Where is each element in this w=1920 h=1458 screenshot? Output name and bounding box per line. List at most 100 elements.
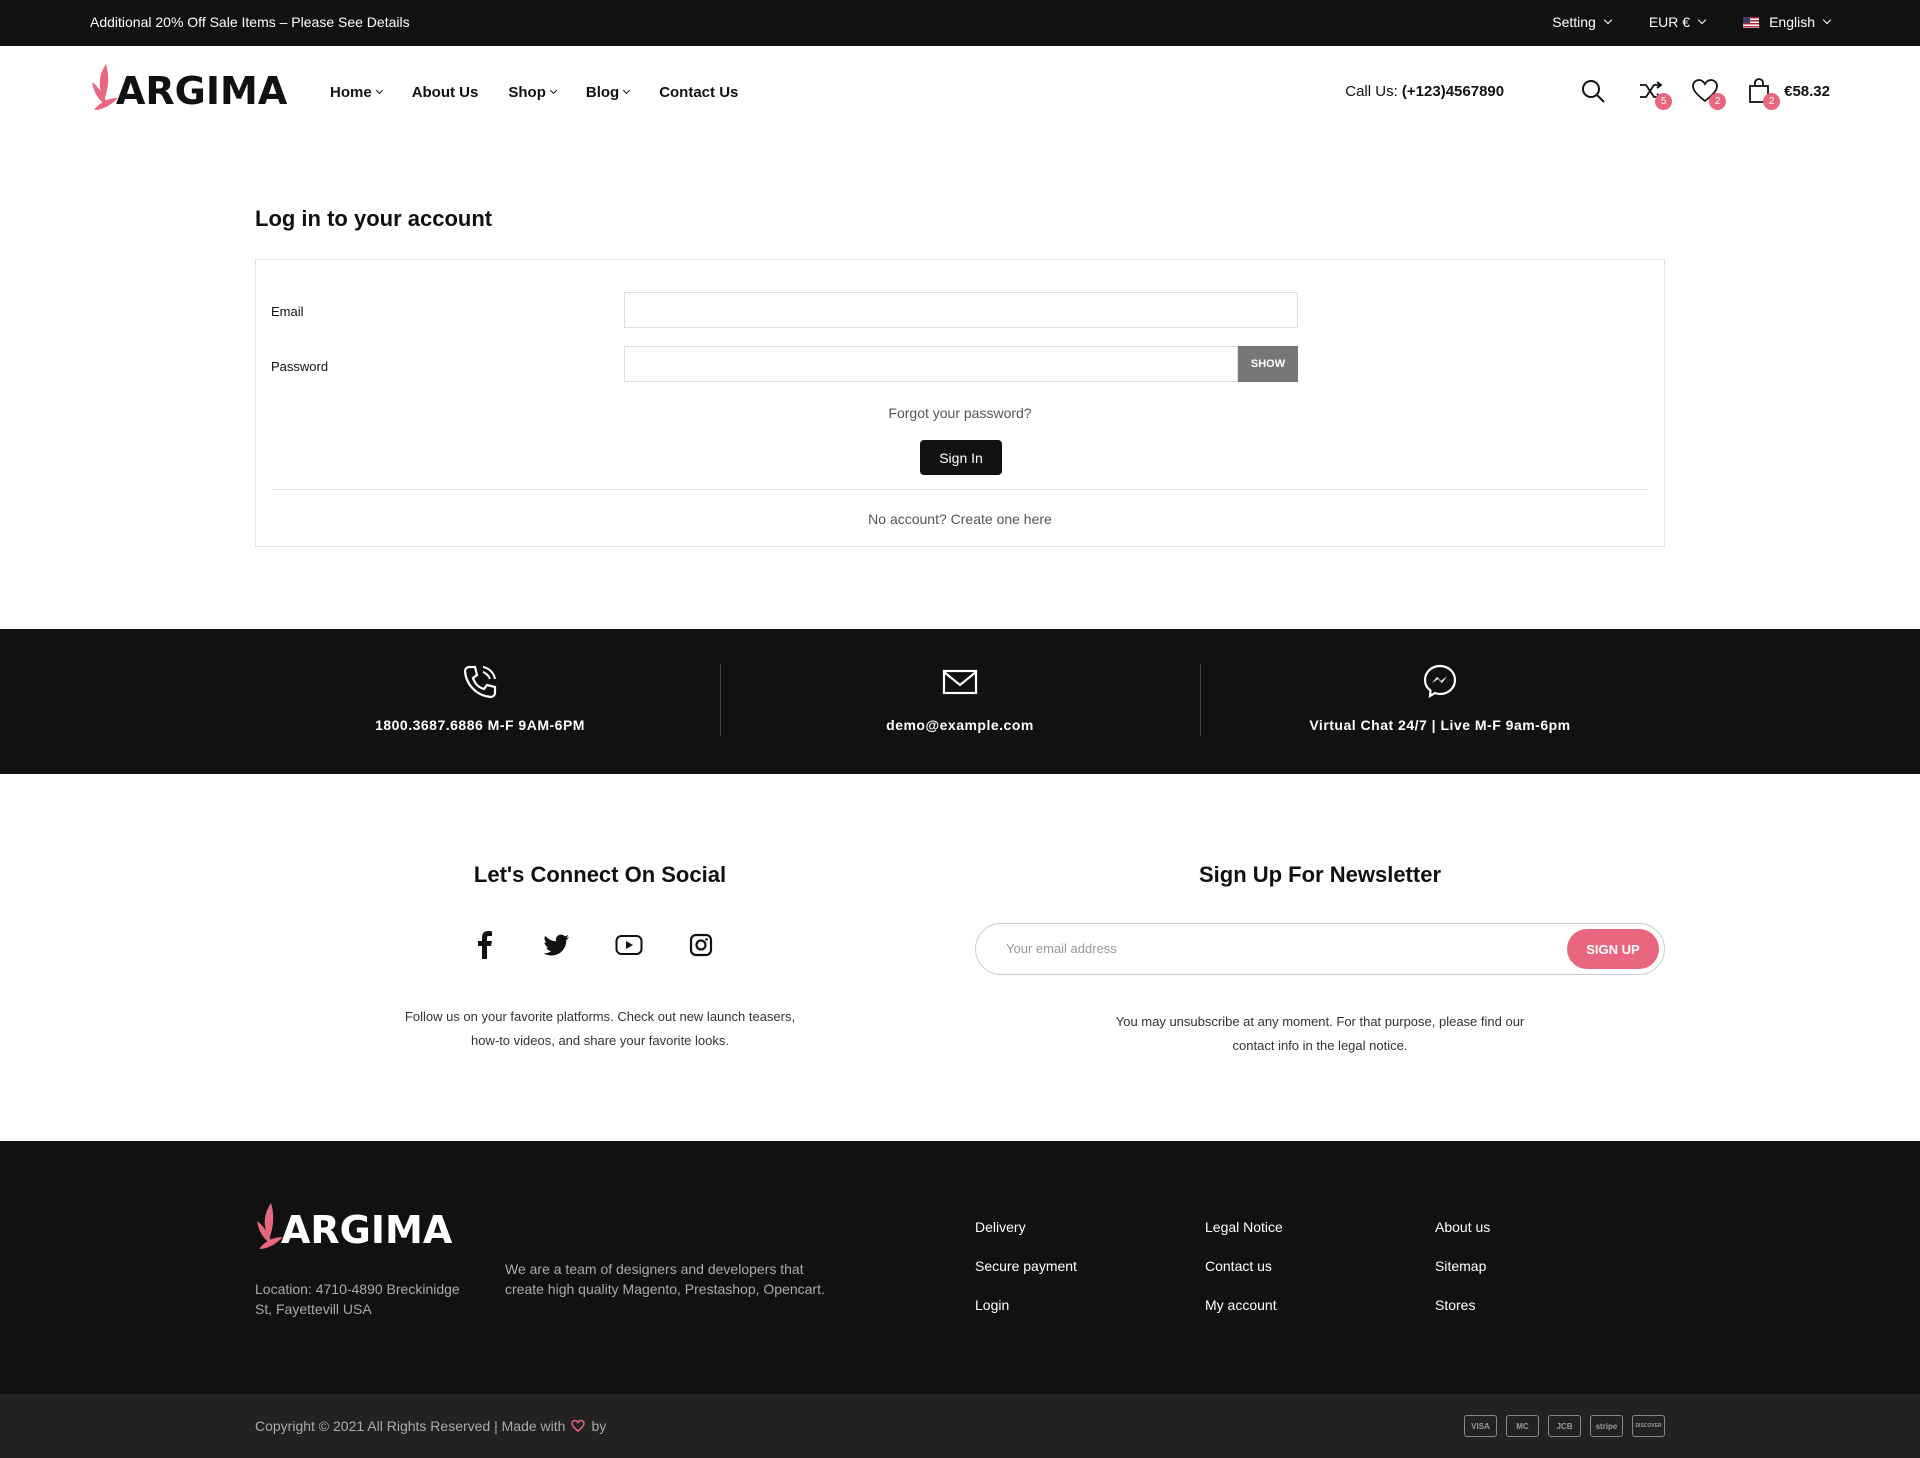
messenger-icon bbox=[1423, 664, 1457, 699]
newsletter-text-line: You may unsubscribe at any moment. For t… bbox=[1115, 1014, 1525, 1029]
email-label: Email bbox=[271, 304, 304, 319]
login-form: Email Password SHOW Forgot your password… bbox=[255, 259, 1665, 547]
nav-home-label: Home bbox=[330, 84, 372, 101]
facebook-link[interactable] bbox=[470, 930, 500, 960]
header-actions: Call Us: (+123)4567890 5 2 2 €58.32 bbox=[1345, 76, 1830, 110]
social-text-line: how-to videos, and share your favorite l… bbox=[471, 1033, 729, 1048]
setting-dropdown[interactable]: Setting bbox=[1552, 14, 1613, 30]
create-account-link[interactable]: No account? Create one here bbox=[256, 511, 1664, 527]
footer-link-about-us[interactable]: About us bbox=[1435, 1219, 1490, 1258]
facebook-icon bbox=[478, 931, 492, 959]
footer-link-secure-payment[interactable]: Secure payment bbox=[975, 1258, 1077, 1297]
twitter-icon bbox=[544, 934, 569, 956]
chevron-down-icon bbox=[549, 86, 557, 95]
forgot-password-link[interactable]: Forgot your password? bbox=[256, 405, 1664, 421]
form-divider bbox=[271, 489, 1649, 490]
email-text[interactable]: demo@example.com bbox=[720, 717, 1200, 733]
main-nav: Home About Us Shop Blog Contact Us bbox=[330, 84, 738, 101]
search-button[interactable] bbox=[1578, 76, 1608, 106]
currency-dropdown[interactable]: EUR € bbox=[1649, 14, 1707, 30]
footer-about: We are a team of designers and developer… bbox=[505, 1261, 825, 1297]
footer-link-stores[interactable]: Stores bbox=[1435, 1297, 1490, 1336]
nav-contact-label: Contact Us bbox=[659, 84, 739, 101]
payment-methods: VISA MC JCB stripe DISCOVER bbox=[1464, 1415, 1665, 1437]
footer-link-sitemap[interactable]: Sitemap bbox=[1435, 1258, 1490, 1297]
newsletter-text-line: contact info in the legal notice. bbox=[1232, 1038, 1408, 1053]
instagram-link[interactable] bbox=[686, 930, 716, 960]
sign-in-button[interactable]: Sign In bbox=[920, 440, 1002, 475]
site-header: ARGIMA Home About Us Shop Blog Contact U… bbox=[0, 46, 1920, 142]
nav-shop[interactable]: Shop bbox=[508, 84, 557, 101]
footer-link-delivery[interactable]: Delivery bbox=[975, 1219, 1077, 1258]
cart-count-badge: 2 bbox=[1763, 93, 1781, 110]
phone-text: 1800.3687.6886 M-F 9AM-6PM bbox=[375, 717, 585, 733]
youtube-icon bbox=[615, 935, 643, 955]
call-number[interactable]: (+123)4567890 bbox=[1402, 83, 1504, 100]
page-title: Log in to your account bbox=[255, 206, 493, 231]
us-flag-icon bbox=[1743, 16, 1760, 28]
wishlist-count-badge: 2 bbox=[1709, 93, 1727, 110]
cart-button[interactable]: 2 bbox=[1744, 76, 1781, 110]
newsletter-description: You may unsubscribe at any moment. For t… bbox=[1040, 1010, 1600, 1058]
footer-links-col-2: Legal Notice Contact us My account bbox=[1205, 1219, 1283, 1336]
nav-about-label: About Us bbox=[411, 84, 479, 101]
show-password-button[interactable]: SHOW bbox=[1238, 346, 1298, 382]
footer-link-login[interactable]: Login bbox=[975, 1297, 1077, 1336]
instagram-icon bbox=[689, 933, 713, 957]
footer-link-my-account[interactable]: My account bbox=[1205, 1297, 1283, 1336]
footer-bottom-bar: Copyright © 2021 All Rights Reserved | M… bbox=[0, 1394, 1920, 1458]
chevron-down-icon bbox=[1603, 15, 1613, 25]
chevron-down-icon bbox=[623, 86, 631, 95]
setting-label: Setting bbox=[1552, 14, 1596, 30]
email-block: demo@example.com bbox=[720, 629, 1200, 774]
social-text-line: Follow us on your favorite platforms. Ch… bbox=[404, 1009, 796, 1024]
copyright: Copyright © 2021 All Rights Reserved | M… bbox=[255, 1418, 606, 1434]
site-footer: ARGIMA Location: 4710-4890 Breckinidge S… bbox=[0, 1141, 1920, 1394]
chat-text: Virtual Chat 24/7 | Live M-F 9am-6pm bbox=[1309, 717, 1571, 733]
footer-link-legal-notice[interactable]: Legal Notice bbox=[1205, 1219, 1283, 1258]
copyright-by: by bbox=[591, 1418, 607, 1434]
footer-link-contact-us[interactable]: Contact us bbox=[1205, 1258, 1283, 1297]
top-bar-right: Setting EUR € English bbox=[1552, 14, 1832, 30]
footer-location: Location: 4710-4890 Breckinidge St, Faye… bbox=[255, 1281, 460, 1317]
call-label: Call Us: bbox=[1345, 82, 1398, 100]
social-title: Let's Connect On Social bbox=[473, 862, 727, 887]
email-field[interactable] bbox=[624, 292, 1298, 328]
promo-text[interactable]: Additional 20% Off Sale Items – Please S… bbox=[90, 14, 410, 30]
site-logo[interactable]: ARGIMA bbox=[90, 62, 287, 114]
newsletter-title: Sign Up For Newsletter bbox=[1198, 862, 1442, 887]
nav-about-us[interactable]: About Us bbox=[412, 84, 479, 101]
discover-card-icon: DISCOVER bbox=[1632, 1415, 1665, 1437]
cart-total[interactable]: €58.32 bbox=[1784, 83, 1830, 100]
chat-block: Virtual Chat 24/7 | Live M-F 9am-6pm bbox=[1200, 629, 1680, 774]
nav-shop-label: Shop bbox=[508, 84, 546, 101]
top-bar: Additional 20% Off Sale Items – Please S… bbox=[0, 0, 1920, 46]
chevron-down-icon bbox=[375, 86, 383, 95]
stripe-icon: stripe bbox=[1590, 1415, 1623, 1437]
visa-card-icon: VISA bbox=[1464, 1415, 1497, 1437]
chevron-down-icon bbox=[1822, 15, 1832, 25]
copyright-text: Copyright © 2021 All Rights Reserved | M… bbox=[255, 1418, 566, 1434]
nav-contact-us[interactable]: Contact Us bbox=[659, 84, 738, 101]
footer-logo[interactable]: ARGIMA bbox=[255, 1201, 452, 1253]
heart-icon bbox=[571, 1420, 586, 1432]
password-label: Password bbox=[271, 359, 329, 374]
nav-home[interactable]: Home bbox=[330, 84, 383, 101]
footer-logo-text: ARGIMA bbox=[281, 1208, 453, 1252]
jcb-card-icon: JCB bbox=[1548, 1415, 1581, 1437]
newsletter-form: Your email address SIGN UP bbox=[975, 923, 1665, 975]
newsletter-email-input[interactable]: Your email address bbox=[1006, 941, 1117, 956]
language-dropdown[interactable]: English bbox=[1743, 14, 1832, 30]
compare-button[interactable]: 5 bbox=[1636, 76, 1673, 110]
envelope-icon bbox=[942, 669, 978, 695]
youtube-link[interactable] bbox=[614, 930, 644, 960]
twitter-link[interactable] bbox=[542, 930, 572, 960]
logo-text: ARGIMA bbox=[116, 69, 288, 113]
nav-blog[interactable]: Blog bbox=[585, 84, 631, 101]
nav-blog-label: Blog bbox=[585, 84, 620, 101]
sign-up-button[interactable]: SIGN UP bbox=[1567, 929, 1659, 969]
wishlist-button[interactable]: 2 bbox=[1690, 76, 1727, 110]
social-description: Follow us on your favorite platforms. Ch… bbox=[320, 1005, 880, 1053]
search-icon bbox=[1582, 80, 1605, 103]
password-field[interactable] bbox=[624, 346, 1238, 382]
